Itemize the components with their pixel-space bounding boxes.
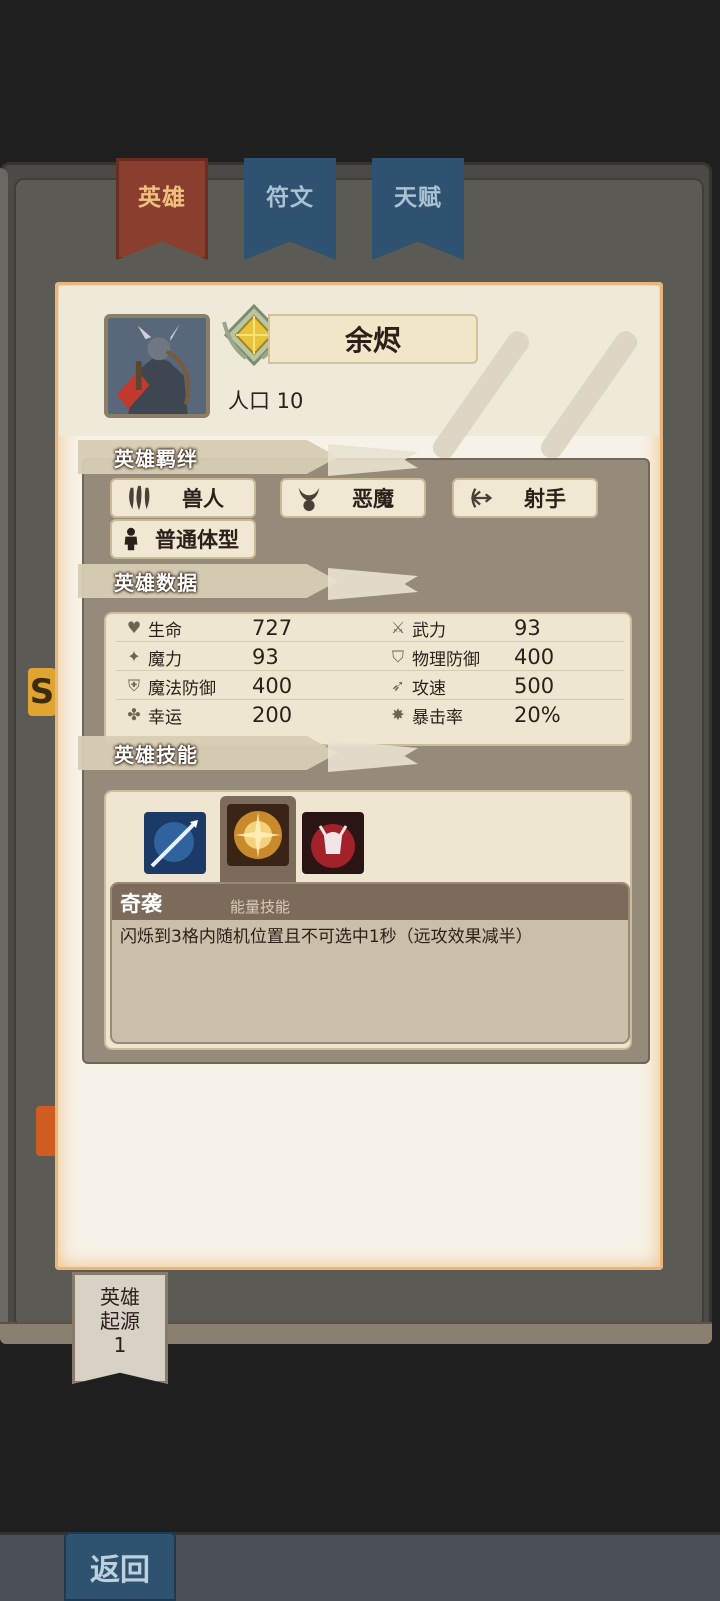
hero-portrait-image — [109, 318, 205, 414]
stat-row: ✦ 魔力 93 ⛉ 物理防御 400 — [116, 643, 624, 671]
claw-icon — [118, 480, 160, 516]
origin-count: 1 — [113, 1333, 127, 1357]
trait-demon[interactable]: 恶魔 — [280, 478, 426, 518]
stat-value: 727 — [252, 616, 293, 640]
stat-name: 生命 — [148, 620, 182, 641]
shield-icon: ⛉ — [391, 647, 404, 666]
trait-normal-size[interactable]: 普通体型 — [110, 519, 256, 559]
skill-icon-demon-skull[interactable] — [302, 812, 364, 874]
skill-description-box — [110, 882, 630, 1044]
trait-orc[interactable]: 兽人 — [110, 478, 256, 518]
stat-value: 400 — [514, 645, 555, 669]
stat-name: 物理防御 — [412, 649, 480, 670]
hero-portrait — [104, 314, 210, 418]
stat-name: 魔法防御 — [148, 678, 216, 699]
side-decoration: S — [28, 668, 56, 716]
sparkle-icon: ✦ — [127, 647, 141, 666]
stat-value: 500 — [514, 674, 555, 698]
stat-row: ✤ 幸运 200 ✸ 暴击率 20% — [116, 701, 624, 729]
back-button[interactable]: 返回 — [64, 1532, 176, 1601]
origin-label-2: 起源 — [100, 1309, 140, 1333]
clover-icon: ✤ — [127, 705, 141, 724]
skill-icon-blink-arrow[interactable] — [144, 812, 206, 874]
trait-archer[interactable]: 射手 — [452, 478, 598, 518]
skill-name: 奇袭 — [120, 892, 162, 916]
hero-origin-tag[interactable]: 英雄 起源 1 — [72, 1272, 168, 1384]
person-icon — [116, 521, 146, 557]
stats-table: ♥ 生命 727 ⚔ 武力 93 ✦ 魔力 93 ⛉ 物理防御 400 ⛨ 魔法防御 40… — [104, 612, 632, 746]
origin-label-1: 英雄 — [100, 1285, 140, 1309]
section-title-skills: 英雄技能 — [78, 736, 418, 772]
demon-horns-icon — [288, 480, 330, 516]
hero-population: 人口 10 — [228, 389, 304, 413]
hero-name: 余烬 — [268, 314, 478, 364]
section-title-stats: 英雄数据 — [78, 564, 418, 600]
skill-type: 能量技能 — [230, 898, 291, 916]
stat-value: 93 — [252, 645, 279, 669]
stat-value: 200 — [252, 703, 293, 727]
stat-value: 400 — [252, 674, 293, 698]
stat-value: 20% — [514, 703, 561, 727]
book-page-edge — [0, 168, 8, 1338]
stat-name: 魔力 — [148, 649, 182, 670]
stat-value: 93 — [514, 616, 541, 640]
stat-name: 武力 — [412, 620, 446, 641]
burst-icon: ✸ — [391, 705, 405, 724]
sword-icon: ⚔ — [390, 618, 406, 637]
stat-name: 幸运 — [148, 707, 182, 728]
skill-header — [112, 884, 628, 920]
stat-row: ⛨ 魔法防御 400 ➶ 攻速 500 — [116, 672, 624, 700]
skill-description: 闪烁到3格内随机位置且不可选中1秒（远攻效果减半） — [120, 927, 533, 947]
heart-icon: ♥ — [126, 618, 142, 637]
bow-icon — [460, 480, 502, 516]
stat-name: 暴击率 — [412, 707, 463, 728]
stat-name: 攻速 — [412, 678, 446, 699]
skill-icon-energy[interactable] — [227, 804, 289, 866]
magic-shield-icon: ⛨ — [127, 676, 140, 695]
section-title-bonds: 英雄羁绊 — [78, 440, 418, 476]
stat-row: ♥ 生命 727 ⚔ 武力 93 — [116, 614, 624, 642]
speed-icon: ➶ — [391, 676, 405, 695]
